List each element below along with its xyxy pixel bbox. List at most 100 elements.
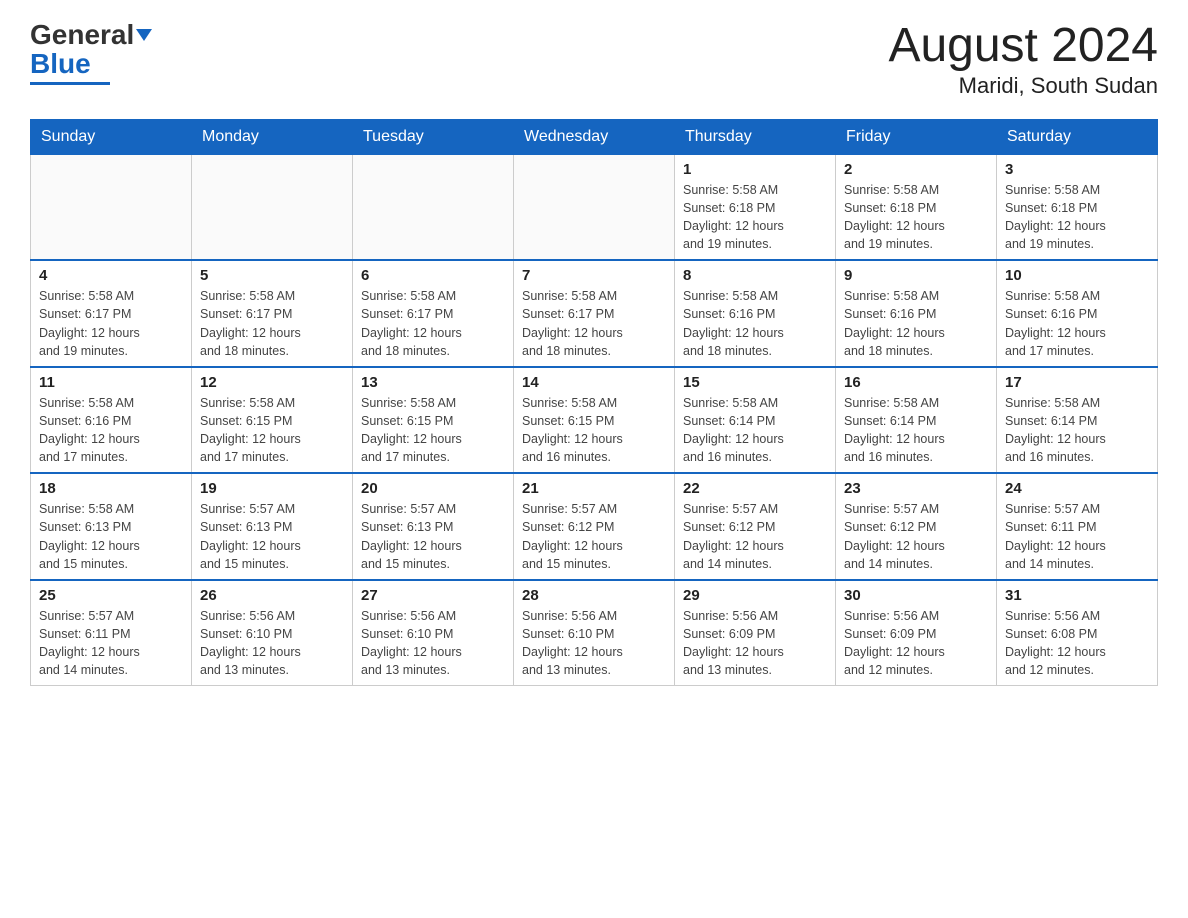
calendar-cell: 19 Sunrise: 5:57 AM Sunset: 6:13 PM Dayli… (192, 473, 353, 580)
day-info: Sunrise: 5:56 AM Sunset: 6:10 PM Dayligh… (522, 607, 666, 680)
day-info: Sunrise: 5:58 AM Sunset: 6:14 PM Dayligh… (844, 394, 988, 467)
day-info: Sunrise: 5:58 AM Sunset: 6:18 PM Dayligh… (683, 181, 827, 254)
calendar-cell: 3Sunrise: 5:58 AM Sunset: 6:18 PM Daylig… (997, 154, 1158, 260)
day-number: 21 (522, 480, 666, 497)
calendar-cell: 25 Sunrise: 5:57 AM Sunset: 6:11 PM Dayli… (31, 580, 192, 686)
calendar-cell: 12Sunrise: 5:58 AM Sunset: 6:15 PM Dayli… (192, 367, 353, 474)
calendar-cell: 6Sunrise: 5:58 AM Sunset: 6:17 PM Daylig… (353, 260, 514, 367)
day-number: 24 (1005, 480, 1149, 497)
day-info: Sunrise: 5:58 AM Sunset: 6:18 PM Dayligh… (844, 181, 988, 254)
day-number: 19 (200, 480, 344, 497)
day-number: 22 (683, 480, 827, 497)
day-number: 29 (683, 587, 827, 604)
day-info: Sunrise: 5:57 AM Sunset: 6:12 PM Dayligh… (844, 500, 988, 573)
calendar-cell: 15Sunrise: 5:58 AM Sunset: 6:14 PM Dayli… (675, 367, 836, 474)
calendar-cell: 22 Sunrise: 5:57 AM Sunset: 6:12 PM Dayli… (675, 473, 836, 580)
day-number: 28 (522, 587, 666, 604)
day-number: 14 (522, 374, 666, 391)
day-info: Sunrise: 5:57 AM Sunset: 6:13 PM Dayligh… (200, 500, 344, 573)
calendar-cell: 2 Sunrise: 5:58 AM Sunset: 6:18 PM Daylig… (836, 154, 997, 260)
day-info: Sunrise: 5:56 AM Sunset: 6:09 PM Dayligh… (683, 607, 827, 680)
calendar-week-row: 11 Sunrise: 5:58 AM Sunset: 6:16 PM Dayli… (31, 367, 1158, 474)
day-info: Sunrise: 5:56 AM Sunset: 6:10 PM Dayligh… (200, 607, 344, 680)
weekday-header-saturday: Saturday (997, 119, 1158, 154)
day-info: Sunrise: 5:58 AM Sunset: 6:16 PM Dayligh… (844, 287, 988, 360)
logo-triangle-icon (136, 29, 152, 41)
calendar-cell: 30Sunrise: 5:56 AM Sunset: 6:09 PM Dayli… (836, 580, 997, 686)
day-info: Sunrise: 5:57 AM Sunset: 6:12 PM Dayligh… (683, 500, 827, 573)
day-info: Sunrise: 5:57 AM Sunset: 6:11 PM Dayligh… (39, 607, 183, 680)
calendar-cell (192, 154, 353, 260)
day-info: Sunrise: 5:58 AM Sunset: 6:17 PM Dayligh… (39, 287, 183, 360)
day-info: Sunrise: 5:58 AM Sunset: 6:14 PM Dayligh… (1005, 394, 1149, 467)
weekday-header-sunday: Sunday (31, 119, 192, 154)
title-block: August 2024 Maridi, South Sudan (888, 20, 1158, 99)
day-info: Sunrise: 5:58 AM Sunset: 6:16 PM Dayligh… (39, 394, 183, 467)
day-info: Sunrise: 5:58 AM Sunset: 6:13 PM Dayligh… (39, 500, 183, 573)
day-number: 27 (361, 587, 505, 604)
logo-blue-text: Blue (30, 49, 91, 80)
calendar-cell: 31Sunrise: 5:56 AM Sunset: 6:08 PM Dayli… (997, 580, 1158, 686)
day-number: 1 (683, 161, 827, 178)
day-number: 2 (844, 161, 988, 178)
page-header: General Blue August 2024 Maridi, South S… (30, 20, 1158, 99)
calendar-cell (31, 154, 192, 260)
day-number: 23 (844, 480, 988, 497)
day-info: Sunrise: 5:57 AM Sunset: 6:11 PM Dayligh… (1005, 500, 1149, 573)
weekday-header-wednesday: Wednesday (514, 119, 675, 154)
calendar-cell: 18 Sunrise: 5:58 AM Sunset: 6:13 PM Dayli… (31, 473, 192, 580)
calendar-cell: 10 Sunrise: 5:58 AM Sunset: 6:16 PM Dayli… (997, 260, 1158, 367)
calendar-cell: 28 Sunrise: 5:56 AM Sunset: 6:10 PM Dayli… (514, 580, 675, 686)
calendar-cell (353, 154, 514, 260)
logo-underline (30, 82, 110, 85)
calendar-cell: 8 Sunrise: 5:58 AM Sunset: 6:16 PM Daylig… (675, 260, 836, 367)
calendar-cell: 16 Sunrise: 5:58 AM Sunset: 6:14 PM Dayli… (836, 367, 997, 474)
month-title: August 2024 (888, 20, 1158, 73)
day-info: Sunrise: 5:56 AM Sunset: 6:08 PM Dayligh… (1005, 607, 1149, 680)
day-info: Sunrise: 5:56 AM Sunset: 6:09 PM Dayligh… (844, 607, 988, 680)
day-number: 13 (361, 374, 505, 391)
day-number: 26 (200, 587, 344, 604)
day-number: 8 (683, 267, 827, 284)
calendar-cell: 17 Sunrise: 5:58 AM Sunset: 6:14 PM Dayli… (997, 367, 1158, 474)
day-number: 10 (1005, 267, 1149, 284)
day-info: Sunrise: 5:58 AM Sunset: 6:15 PM Dayligh… (522, 394, 666, 467)
weekday-header-thursday: Thursday (675, 119, 836, 154)
day-info: Sunrise: 5:57 AM Sunset: 6:13 PM Dayligh… (361, 500, 505, 573)
day-info: Sunrise: 5:58 AM Sunset: 6:14 PM Dayligh… (683, 394, 827, 467)
day-number: 12 (200, 374, 344, 391)
calendar-week-row: 18 Sunrise: 5:58 AM Sunset: 6:13 PM Dayli… (31, 473, 1158, 580)
day-info: Sunrise: 5:58 AM Sunset: 6:16 PM Dayligh… (1005, 287, 1149, 360)
calendar-cell: 11 Sunrise: 5:58 AM Sunset: 6:16 PM Dayli… (31, 367, 192, 474)
day-number: 3 (1005, 161, 1149, 178)
day-number: 6 (361, 267, 505, 284)
calendar-cell: 13Sunrise: 5:58 AM Sunset: 6:15 PM Dayli… (353, 367, 514, 474)
day-number: 25 (39, 587, 183, 604)
day-number: 5 (200, 267, 344, 284)
day-number: 18 (39, 480, 183, 497)
day-number: 4 (39, 267, 183, 284)
calendar-cell: 29 Sunrise: 5:56 AM Sunset: 6:09 PM Dayli… (675, 580, 836, 686)
calendar-week-row: 1 Sunrise: 5:58 AM Sunset: 6:18 PM Daylig… (31, 154, 1158, 260)
day-number: 17 (1005, 374, 1149, 391)
calendar-cell: 1 Sunrise: 5:58 AM Sunset: 6:18 PM Daylig… (675, 154, 836, 260)
day-info: Sunrise: 5:58 AM Sunset: 6:17 PM Dayligh… (200, 287, 344, 360)
calendar-cell: 20Sunrise: 5:57 AM Sunset: 6:13 PM Dayli… (353, 473, 514, 580)
logo: General Blue (30, 20, 152, 85)
calendar-cell: 7Sunrise: 5:58 AM Sunset: 6:17 PM Daylig… (514, 260, 675, 367)
day-number: 7 (522, 267, 666, 284)
calendar-cell: 26 Sunrise: 5:56 AM Sunset: 6:10 PM Dayli… (192, 580, 353, 686)
calendar-cell: 9Sunrise: 5:58 AM Sunset: 6:16 PM Daylig… (836, 260, 997, 367)
weekday-header-row: SundayMondayTuesdayWednesdayThursdayFrid… (31, 119, 1158, 154)
logo-general-text: General (30, 20, 134, 51)
calendar-cell: 27 Sunrise: 5:56 AM Sunset: 6:10 PM Dayli… (353, 580, 514, 686)
day-info: Sunrise: 5:58 AM Sunset: 6:16 PM Dayligh… (683, 287, 827, 360)
calendar-week-row: 4 Sunrise: 5:58 AM Sunset: 6:17 PM Daylig… (31, 260, 1158, 367)
calendar-cell (514, 154, 675, 260)
day-number: 11 (39, 374, 183, 391)
calendar-table: SundayMondayTuesdayWednesdayThursdayFrid… (30, 119, 1158, 687)
day-info: Sunrise: 5:56 AM Sunset: 6:10 PM Dayligh… (361, 607, 505, 680)
day-number: 16 (844, 374, 988, 391)
weekday-header-monday: Monday (192, 119, 353, 154)
calendar-cell: 24 Sunrise: 5:57 AM Sunset: 6:11 PM Dayli… (997, 473, 1158, 580)
